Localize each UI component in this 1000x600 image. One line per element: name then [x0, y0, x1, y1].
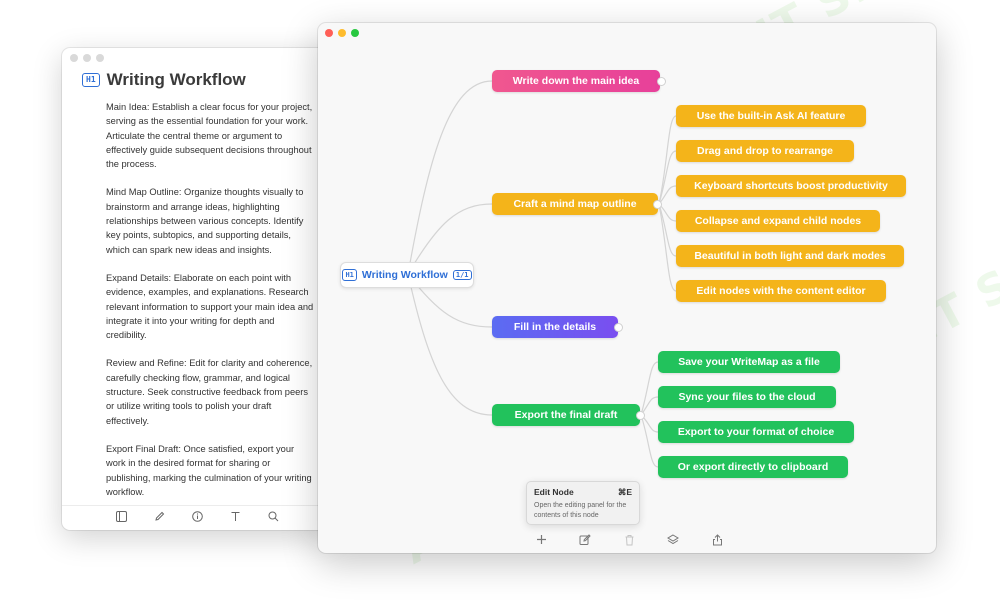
text-format-icon[interactable] [228, 511, 242, 525]
collapse-toggle[interactable] [636, 411, 645, 420]
pencil-icon[interactable] [152, 511, 166, 525]
child-node[interactable]: Drag and drop to rearrange [676, 140, 854, 162]
paragraph-mind-map-outline[interactable]: Mind Map Outline: Organize thoughts visu… [106, 185, 316, 256]
connector [407, 273, 493, 416]
sidebar-icon[interactable] [114, 511, 128, 525]
connector [407, 80, 493, 275]
connector [640, 414, 659, 468]
connector [640, 361, 659, 416]
branch-node-mind-map-outline[interactable]: Craft a mind map outline [492, 193, 658, 215]
child-node[interactable]: Save your WriteMap as a file [658, 351, 840, 373]
child-node[interactable]: Sync your files to the cloud [658, 386, 836, 408]
root-node-title: Writing Workflow [361, 269, 448, 281]
node-label: Edit nodes with the content editor [696, 285, 866, 297]
node-label: Save your WriteMap as a file [678, 356, 820, 368]
child-node[interactable]: Or export directly to clipboard [658, 456, 848, 478]
branch-node-export-final-draft[interactable]: Export the final draft [492, 404, 640, 426]
paragraph-review-refine[interactable]: Review and Refine: Edit for clarity and … [106, 356, 316, 427]
tooltip-shortcut: ⌘E [617, 487, 632, 497]
paragraph-export-final-draft[interactable]: Export Final Draft: Once satisfied, expo… [106, 442, 316, 499]
close-window-button[interactable] [70, 54, 78, 62]
connector [658, 150, 677, 205]
page-indicator-badge: 1/1 [452, 270, 472, 280]
edit-node-tooltip: Edit Node ⌘E Open the editing panel for … [526, 481, 640, 525]
node-label: Sync your files to the cloud [678, 391, 816, 403]
node-label: Write down the main idea [512, 75, 640, 87]
tooltip-title: Edit Node [534, 487, 574, 497]
document-heading: H1 Writing Workflow [62, 68, 332, 90]
mindmap-toolbar [318, 529, 936, 553]
heading-level-badge: H1 [82, 73, 100, 87]
edit-node-icon[interactable] [578, 533, 592, 549]
child-node[interactable]: Edit nodes with the content editor [676, 280, 886, 302]
node-label: Keyboard shortcuts boost productivity [694, 180, 888, 192]
collapse-toggle[interactable] [653, 200, 662, 209]
connector [658, 203, 677, 257]
paragraph-main-idea[interactable]: Main Idea: Establish a clear focus for y… [106, 100, 316, 171]
mindmap-window: H1 Writing Workflow 1/1 Write down the m… [318, 23, 936, 553]
document-body[interactable]: Main Idea: Establish a clear focus for y… [62, 90, 332, 499]
node-label: Fill in the details [513, 321, 597, 333]
child-node[interactable]: Collapse and expand child nodes [676, 210, 880, 232]
node-label: Export the final draft [514, 409, 618, 421]
mindmap-root-node[interactable]: H1 Writing Workflow 1/1 [340, 262, 474, 288]
document-titlebar [62, 48, 332, 68]
child-node[interactable]: Export to your format of choice [658, 421, 854, 443]
heading-level-badge: H1 [342, 269, 357, 281]
node-label: Beautiful in both light and dark modes [694, 250, 886, 262]
paragraph-expand-details[interactable]: Expand Details: Elaborate on each point … [106, 271, 316, 342]
node-label: Craft a mind map outline [513, 198, 637, 210]
connector [658, 203, 677, 292]
branch-node-main-idea[interactable]: Write down the main idea [492, 70, 660, 92]
share-icon[interactable] [710, 533, 724, 549]
node-label: Drag and drop to rearrange [697, 145, 833, 157]
minimize-window-button[interactable] [83, 54, 91, 62]
node-label: Or export directly to clipboard [677, 461, 829, 473]
node-label: Export to your format of choice [677, 426, 835, 438]
child-node[interactable]: Beautiful in both light and dark modes [676, 245, 904, 267]
document-window: H1 Writing Workflow Main Idea: Establish… [62, 48, 332, 530]
delete-icon[interactable] [622, 534, 636, 549]
tooltip-description: Open the editing panel for the contents … [534, 502, 627, 519]
collapse-toggle[interactable] [614, 323, 623, 332]
collapse-toggle[interactable] [657, 77, 666, 86]
info-icon[interactable] [190, 511, 204, 525]
child-node[interactable]: Keyboard shortcuts boost productivity [676, 175, 906, 197]
child-node[interactable]: Use the built-in Ask AI feature [676, 105, 866, 127]
document-title[interactable]: Writing Workflow [107, 70, 246, 90]
zoom-window-button[interactable] [96, 54, 104, 62]
branch-node-fill-details[interactable]: Fill in the details [492, 316, 618, 338]
node-label: Use the built-in Ask AI feature [696, 110, 846, 122]
search-icon[interactable] [266, 511, 280, 525]
add-node-icon[interactable] [534, 534, 548, 548]
document-toolbar [62, 505, 332, 530]
layers-icon[interactable] [666, 533, 680, 549]
node-label: Collapse and expand child nodes [694, 215, 862, 227]
